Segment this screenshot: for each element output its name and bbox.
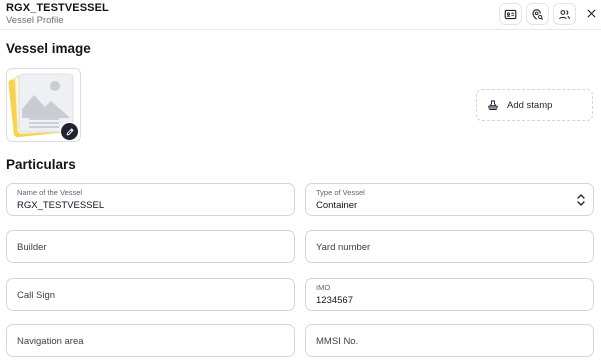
- call-sign-placeholder: Call Sign: [17, 290, 56, 301]
- mmsi-placeholder: MMSI No.: [316, 336, 359, 347]
- close-button[interactable]: [584, 5, 598, 21]
- builder-field[interactable]: Builder: [6, 230, 295, 263]
- users-button[interactable]: [553, 3, 576, 25]
- builder-placeholder: Builder: [17, 242, 47, 253]
- call-sign-field[interactable]: Call Sign: [6, 278, 295, 311]
- navigation-area-field[interactable]: Navigation area: [6, 324, 295, 357]
- users-icon: [559, 9, 570, 19]
- id-card-button[interactable]: [499, 3, 522, 25]
- add-stamp-label: Add stamp: [507, 99, 553, 111]
- yard-number-placeholder: Yard number: [316, 242, 371, 253]
- stamp-icon: [488, 100, 498, 110]
- pencil-icon: [66, 127, 74, 135]
- vessel-image-heading: Vessel image: [6, 41, 91, 56]
- vessel-name-label: Name of the Vessel: [17, 188, 83, 197]
- imo-field[interactable]: IMO 1234567: [305, 278, 594, 311]
- location-search-button[interactable]: [526, 3, 549, 25]
- navigation-area-placeholder: Navigation area: [17, 336, 84, 347]
- vessel-type-value: Container: [316, 200, 358, 211]
- edit-image-button[interactable]: [60, 122, 79, 141]
- page-subtitle: Vessel Profile: [6, 15, 64, 26]
- header-bar: RGX_TESTVESSEL Vessel Profile: [0, 0, 601, 30]
- imo-label: IMO: [316, 283, 331, 292]
- yard-number-field[interactable]: Yard number: [305, 230, 594, 263]
- close-icon: [587, 9, 595, 17]
- imo-value[interactable]: 1234567: [316, 295, 353, 306]
- vessel-title: RGX_TESTVESSEL: [6, 2, 109, 14]
- particulars-heading: Particulars: [6, 157, 76, 172]
- mmsi-field[interactable]: MMSI No.: [305, 324, 594, 357]
- vessel-name-value[interactable]: RGX_TESTVESSEL: [17, 200, 104, 211]
- location-search-icon: [532, 8, 544, 20]
- id-card-icon: [504, 9, 517, 19]
- chevron-updown-icon: [577, 194, 585, 206]
- add-stamp-button[interactable]: Add stamp: [476, 89, 593, 121]
- vessel-type-select[interactable]: Type of Vessel Container: [305, 183, 594, 216]
- vessel-type-label: Type of Vessel: [316, 188, 365, 197]
- vessel-name-field[interactable]: Name of the Vessel RGX_TESTVESSEL: [6, 183, 295, 216]
